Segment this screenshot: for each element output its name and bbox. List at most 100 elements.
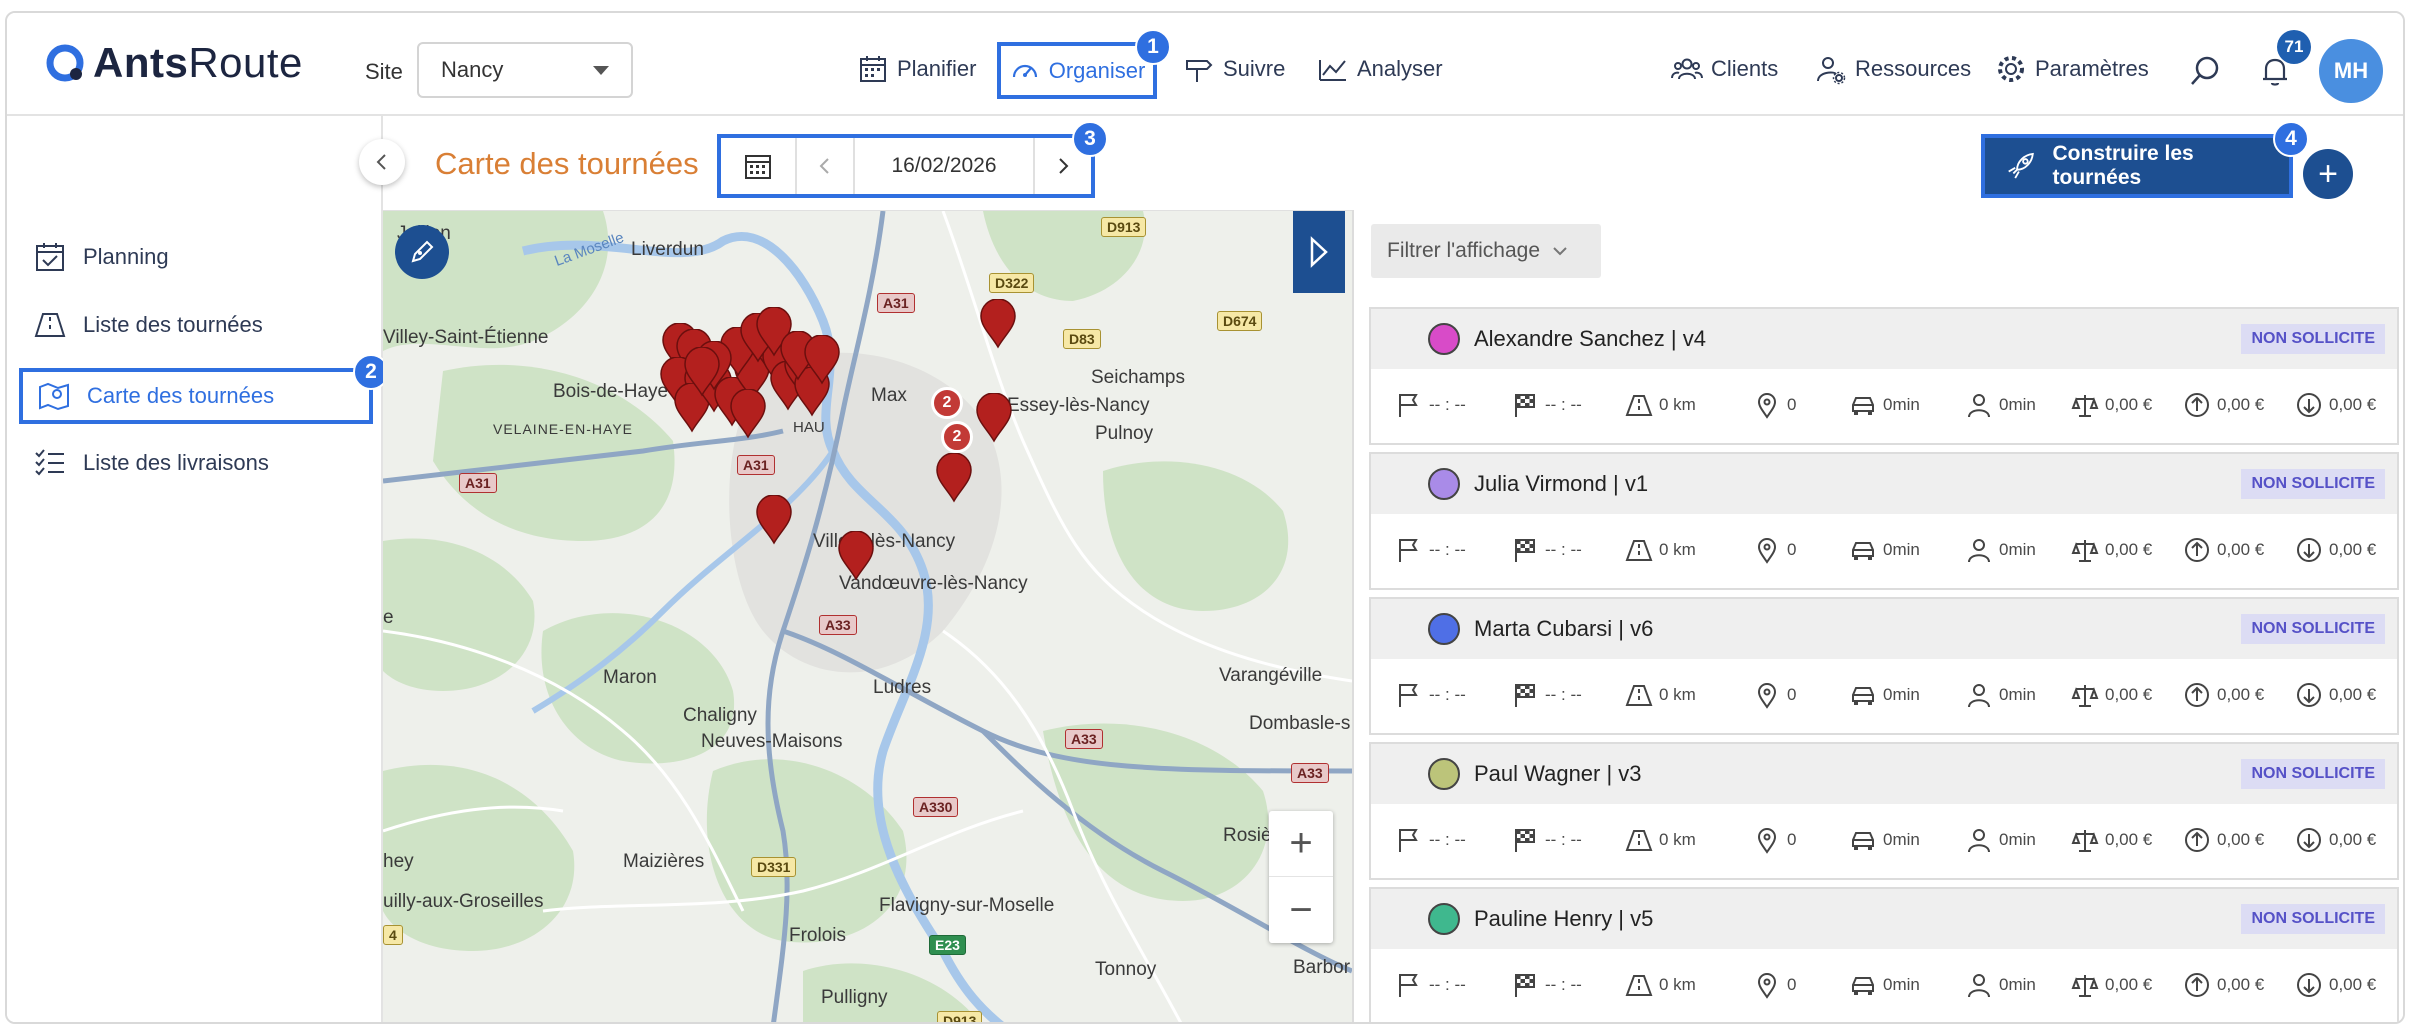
draw-tool-button[interactable] (395, 225, 449, 279)
user-avatar[interactable]: MH (2319, 39, 2383, 103)
road-icon (1625, 540, 1653, 561)
route-card[interactable]: Marta Cubarsi | v6 NON SOLLICITE -- : --… (1369, 597, 2399, 735)
cluster-marker[interactable]: 2 (931, 387, 963, 419)
route-color-dot (1428, 468, 1460, 500)
place-label: Chaligny (683, 705, 757, 726)
rocket-icon (2008, 152, 2034, 179)
nav-organiser[interactable]: Organiser (997, 42, 1157, 99)
delivery-pin-icon[interactable] (683, 347, 721, 397)
step-badge-4: 4 (2273, 121, 2309, 157)
metric-value: 0,00 € (2105, 975, 2153, 994)
nav-clients[interactable]: Clients (1671, 49, 1778, 89)
panel-toggle-button[interactable] (1293, 211, 1345, 293)
site-select[interactable]: Nancy (417, 42, 633, 98)
metric-value: -- : -- (1545, 395, 1582, 414)
finish-flag-icon (1515, 684, 1535, 707)
metric-value: 0,00 € (2105, 830, 2153, 849)
metric-up: 0,00 € (2183, 826, 2264, 854)
metric-value: 0 km (1659, 395, 1696, 414)
metric-value: -- : -- (1545, 540, 1582, 559)
routes-map[interactable]: Jaillon Liverdun Villey-Saint-Étienne Bo… (383, 210, 1352, 1022)
metric-drive: 0min (1849, 391, 1920, 419)
metric-value: 0min (1999, 540, 2036, 559)
nav-parametres[interactable]: Paramètres (1995, 49, 2149, 89)
sidebar-collapse-button[interactable] (359, 139, 405, 185)
delivery-pin-icon[interactable] (935, 453, 973, 503)
nav-ressources[interactable]: Ressources (1815, 49, 1971, 89)
metric-end: -- : -- (1511, 391, 1582, 419)
nav-planifier[interactable]: Planifier (857, 49, 976, 89)
add-button[interactable]: + (2303, 149, 2353, 199)
place-label: VELAINE-EN-HAYE (493, 421, 633, 437)
sidebar-item-liste-livraisons[interactable]: Liste des livraisons (33, 440, 269, 486)
flag-icon (1399, 539, 1418, 562)
road-icon (34, 313, 66, 337)
filter-display-button[interactable]: Filtrer l'affichage (1371, 224, 1601, 278)
metric-value: 0,00 € (2329, 685, 2377, 704)
gauge-icon (1012, 64, 1037, 77)
metric-value: 0min (1999, 685, 2036, 704)
route-card-header: Paul Wagner | v3 NON SOLLICITE (1371, 744, 2397, 804)
route-card[interactable]: Alexandre Sanchez | v4 NON SOLLICITE -- … (1369, 307, 2399, 445)
metric-drive: 0min (1849, 681, 1920, 709)
sidebar-item-planning[interactable]: Planning (33, 234, 169, 280)
cluster-marker[interactable]: 2 (941, 421, 973, 453)
zoom-in-button[interactable]: + (1269, 811, 1333, 877)
previous-day-button[interactable] (797, 138, 855, 194)
metric-value: 0 km (1659, 830, 1696, 849)
metric-value: 0,00 € (2217, 830, 2265, 849)
date-display[interactable]: 16/02/2026 (855, 138, 1035, 194)
logo-mark-icon (46, 44, 84, 82)
metric-value: 0min (1999, 395, 2036, 414)
search-icon[interactable] (2187, 53, 2223, 89)
users-icon (1671, 58, 1703, 80)
metric-value: 0min (1883, 685, 1920, 704)
nav-suivre[interactable]: Suivre (1183, 49, 1285, 89)
arrow-up-circle-icon (2185, 683, 2209, 707)
route-card[interactable]: Pauline Henry | v5 NON SOLLICITE -- : --… (1369, 887, 2399, 1022)
zoom-controls: + − (1269, 811, 1333, 943)
sidebar-item-liste-tournees[interactable]: Liste des tournées (33, 302, 263, 348)
nav-suivre-label: Suivre (1223, 56, 1286, 81)
delivery-pin-icon[interactable] (837, 531, 875, 581)
road-tag: A31 (877, 293, 915, 313)
road-icon (1625, 830, 1653, 851)
place-label: HAU (793, 419, 825, 436)
place-label: Liverdun (631, 239, 704, 260)
date-picker-button[interactable] (721, 138, 797, 194)
road-tag: D913 (1101, 217, 1147, 237)
ants-route-logo[interactable]: AntsRoute (45, 39, 303, 87)
route-card[interactable]: Paul Wagner | v3 NON SOLLICITE -- : -- --… (1369, 742, 2399, 880)
scale-icon (2071, 395, 2099, 417)
flag-icon (1399, 829, 1418, 852)
sidebar-item-carte-tournees[interactable]: Carte des tournées (19, 368, 373, 424)
nav-analyser[interactable]: Analyser (1317, 49, 1443, 89)
road-icon (1625, 685, 1653, 706)
map-pin-icon (39, 382, 69, 411)
metric-value: 0 km (1659, 685, 1696, 704)
arrow-down-circle-icon (2297, 683, 2321, 707)
road-tag: A33 (1065, 729, 1103, 749)
build-routes-button[interactable]: Construire les tournées (1981, 134, 2293, 198)
delivery-pin-icon[interactable] (979, 299, 1017, 349)
metric-value: 0,00 € (2217, 540, 2265, 559)
zoom-out-button[interactable]: − (1269, 877, 1333, 943)
sidebar-item-label: Planning (83, 244, 169, 269)
route-name: Paul Wagner | v3 (1474, 761, 1642, 786)
finish-flag-icon (1515, 539, 1535, 562)
delivery-pin-icon[interactable] (729, 389, 767, 439)
place-label: Barbor (1293, 957, 1351, 978)
delivery-pin-icon[interactable] (755, 495, 793, 545)
route-name: Pauline Henry | v5 (1474, 906, 1654, 931)
delivery-pin-icon[interactable] (803, 335, 841, 385)
route-card[interactable]: Julia Virmond | v1 NON SOLLICITE -- : --… (1369, 452, 2399, 590)
scale-icon (2071, 975, 2099, 997)
metric-value: 0,00 € (2217, 975, 2265, 994)
metric-stops: 0 (1753, 681, 1796, 709)
metric-distance: 0 km (1625, 391, 1696, 419)
flag-icon (1399, 974, 1418, 997)
metric-value: 0,00 € (2105, 685, 2153, 704)
routes-panel: Filtrer l'affichage Alexandre Sanchez | … (1352, 210, 2403, 1022)
delivery-pin-icon[interactable] (975, 393, 1013, 443)
finish-flag-icon (1515, 394, 1535, 417)
